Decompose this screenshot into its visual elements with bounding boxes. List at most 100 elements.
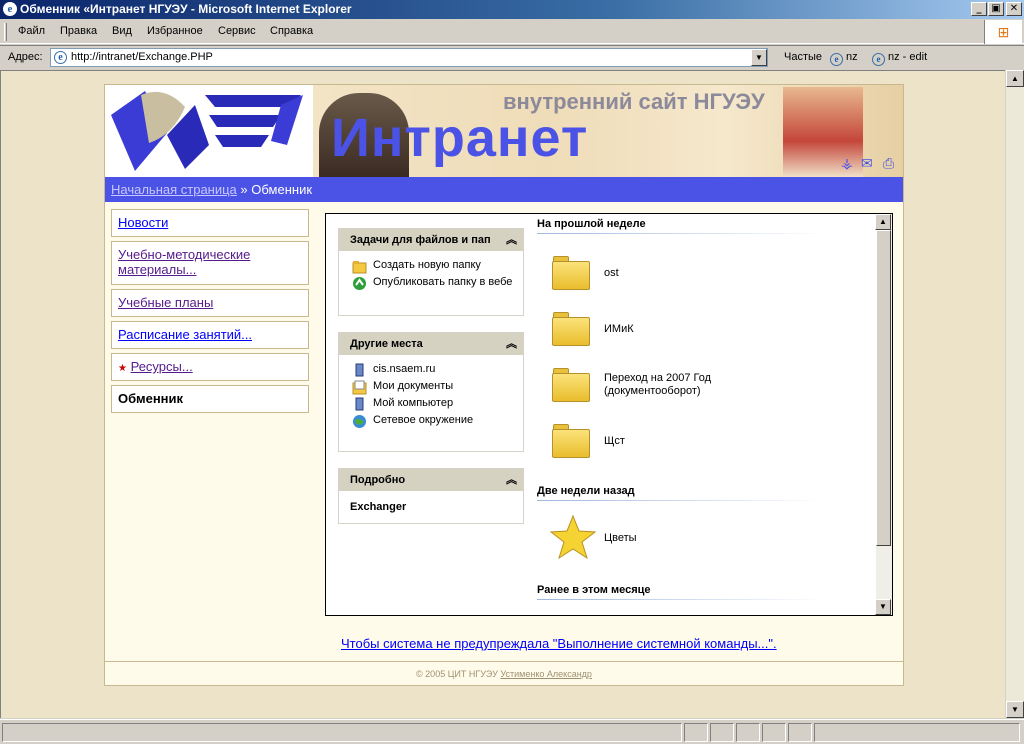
- folder-item[interactable]: ИМиК: [552, 310, 852, 354]
- nav-item-schedule[interactable]: Расписание занятий...: [111, 321, 309, 349]
- status-pane: [710, 723, 734, 742]
- folder-icon: [552, 424, 590, 458]
- folder-name: ИМиК: [604, 323, 634, 335]
- task-new-folder-label: Создать новую папку: [373, 259, 481, 271]
- scroll-up-button[interactable]: ▲: [875, 214, 891, 230]
- address-input[interactable]: e http://intranet/Exchange.PHP ▼: [50, 48, 768, 67]
- star-icon: ★: [118, 363, 127, 374]
- scroll-thumb[interactable]: [876, 230, 891, 546]
- place-cis-label: cis.nsaem.ru: [373, 363, 436, 375]
- favorite-name: Цветы: [604, 532, 637, 544]
- window-title-bar: e Обменник «Интранет НГУЭУ - Microsoft I…: [0, 0, 1024, 19]
- window-title: Обменник «Интранет НГУЭУ - Microsoft Int…: [20, 2, 352, 16]
- group-divider: [537, 599, 827, 600]
- footer-author-link[interactable]: Устименко Александр: [500, 669, 592, 679]
- place-network[interactable]: Сетевое окружение: [339, 414, 523, 428]
- breadcrumb-separator: »: [240, 182, 248, 197]
- other-places-title: Другие места: [350, 338, 423, 350]
- other-places-header[interactable]: Другие места ︽: [339, 333, 523, 355]
- nav-item-study-materials[interactable]: Учебно-методические материалы...: [111, 241, 309, 285]
- status-bar: [0, 719, 1024, 744]
- university-logo[interactable]: [105, 85, 313, 177]
- ie-icon: e: [3, 2, 17, 16]
- folder-item[interactable]: Переход на 2007 Год (документооборот): [552, 366, 852, 410]
- computer-icon: [352, 363, 367, 378]
- page-footer: © 2005 ЦИТ НГУЭУ Устименко Александр: [105, 661, 903, 685]
- favorite-item[interactable]: Цветы: [550, 514, 852, 560]
- collapse-chevron-icon[interactable]: ︽: [504, 469, 517, 491]
- place-my-documents-label: Мои документы: [373, 380, 454, 392]
- file-tasks-title: Задачи для файлов и пап: [350, 234, 491, 246]
- status-pane: [684, 723, 708, 742]
- maximize-button[interactable]: ▣: [988, 2, 1004, 16]
- links-label-frequent[interactable]: Частые: [784, 51, 822, 63]
- minimize-button[interactable]: _: [971, 2, 987, 16]
- nav-item-study-plans[interactable]: Учебные планы: [111, 289, 309, 317]
- close-button[interactable]: ✕: [1006, 2, 1022, 16]
- folder-icon: [552, 368, 590, 402]
- menu-help[interactable]: Справка: [270, 25, 313, 37]
- sitemap-icon[interactable]: ⚶: [841, 155, 853, 172]
- menu-edit[interactable]: Правка: [60, 25, 97, 37]
- menu-favorites[interactable]: Избранное: [147, 25, 203, 37]
- group-two-weeks-ago: Две недели назад: [537, 485, 635, 497]
- warning-link[interactable]: Чтобы система не предупреждала "Выполнен…: [341, 636, 777, 651]
- mail-icon[interactable]: ✉: [861, 155, 873, 172]
- task-publish-folder[interactable]: Опубликовать папку в вебе: [339, 276, 523, 291]
- page-scrollbar[interactable]: ▲ ▼: [1006, 70, 1024, 718]
- folder-view-scrollbar[interactable]: ▲ ▼: [875, 214, 892, 615]
- folder-icon: [552, 256, 590, 290]
- footer-copyright: © 2005 ЦИТ НГУЭУ: [416, 669, 498, 679]
- address-bar: Адрес: e http://intranet/Exchange.PHP ▼ …: [0, 45, 1024, 69]
- scroll-up-button[interactable]: ▲: [1006, 70, 1024, 87]
- group-earlier-this-month: Ранее в этом месяце: [537, 584, 651, 596]
- windows-logo-icon: ⊞: [984, 20, 1022, 44]
- collapse-chevron-icon[interactable]: ︽: [504, 333, 517, 355]
- my-computer-icon: [352, 397, 367, 412]
- nav-item-resources[interactable]: ★ Ресурсы...: [111, 353, 309, 381]
- link-nz-edit[interactable]: e nz - edit: [872, 51, 927, 66]
- status-pane: [762, 723, 786, 742]
- breadcrumb-home-link[interactable]: Начальная страница: [111, 182, 237, 197]
- details-header[interactable]: Подробно ︽: [339, 469, 523, 491]
- menu-bar: Файл Правка Вид Избранное Сервис Справка…: [0, 20, 1024, 44]
- status-text-pane: [2, 723, 682, 742]
- place-my-computer[interactable]: Мой компьютер: [339, 397, 523, 412]
- banner-title: Интранет: [331, 108, 589, 168]
- banner-photo: внутренний сайт НГУЭУ Интранет ⚶ ✉ ⎙: [313, 85, 903, 177]
- link-nz-edit-label: nz - edit: [888, 51, 928, 63]
- nav-item-news[interactable]: Новости: [111, 209, 309, 237]
- breadcrumb-current: Обменник: [251, 182, 313, 197]
- menu-file[interactable]: Файл: [18, 25, 45, 37]
- menu-view[interactable]: Вид: [112, 25, 132, 37]
- breadcrumb: Начальная страница » Обменник: [105, 177, 903, 202]
- group-last-week: На прошлой неделе: [537, 218, 646, 230]
- place-network-label: Сетевое окружение: [373, 414, 474, 426]
- details-title: Подробно: [350, 474, 406, 486]
- file-tasks-header[interactable]: Задачи для файлов и пап ︽: [339, 229, 523, 251]
- print-icon[interactable]: ⎙: [883, 155, 894, 172]
- ie-link-icon: e: [830, 53, 843, 66]
- menu-tools[interactable]: Сервис: [218, 25, 256, 37]
- link-nz-label: nz: [846, 51, 858, 63]
- scroll-down-button[interactable]: ▼: [1006, 701, 1024, 718]
- details-panel: Подробно ︽ Exchanger: [338, 468, 524, 524]
- star-favorite-icon: [550, 514, 596, 560]
- ie-link-icon: e: [872, 53, 885, 66]
- folder-item[interactable]: ost: [552, 254, 852, 298]
- address-dropdown-button[interactable]: ▼: [751, 49, 767, 66]
- toolbar-grip: [4, 23, 7, 41]
- folder-item[interactable]: Щст: [552, 422, 852, 466]
- scroll-down-button[interactable]: ▼: [875, 599, 891, 615]
- address-label: Адрес:: [8, 51, 43, 63]
- place-my-documents[interactable]: Мои документы: [339, 380, 523, 395]
- place-cis[interactable]: cis.nsaem.ru: [339, 363, 523, 378]
- exchanger-folder-view: Задачи для файлов и пап ︽ Создать новую п…: [325, 213, 893, 616]
- collapse-chevron-icon[interactable]: ︽: [504, 229, 517, 251]
- status-pane: [788, 723, 812, 742]
- address-url[interactable]: http://intranet/Exchange.PHP: [71, 51, 213, 63]
- task-new-folder[interactable]: Создать новую папку: [339, 259, 523, 274]
- link-nz[interactable]: e nz: [830, 51, 858, 66]
- other-places-panel: Другие места ︽ cis.nsaem.ru Мои документы…: [338, 332, 524, 452]
- publish-web-icon: [352, 276, 367, 291]
